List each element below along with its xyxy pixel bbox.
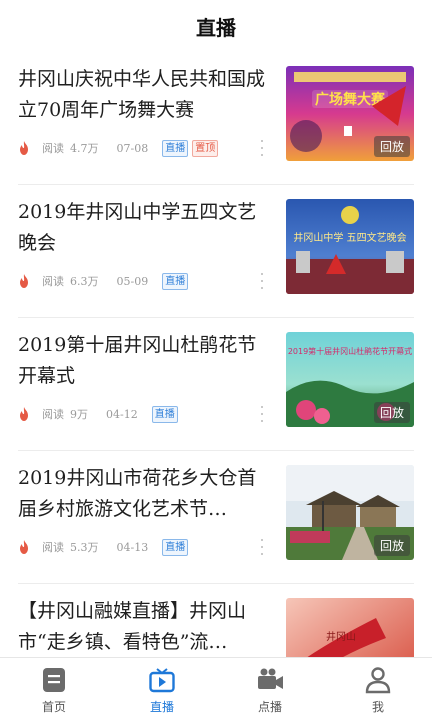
tab-home[interactable]: 首页 (0, 658, 108, 720)
fire-icon (20, 141, 28, 155)
live-badge: 直播 (162, 139, 189, 157)
tab-label: 我 (371, 700, 384, 714)
publish-date: 07-08 (116, 141, 149, 155)
item-thumbnail[interactable]: 井冈山 (286, 598, 414, 658)
item-thumbnail[interactable]: 井冈山中学 五四文艺晚会 (286, 199, 414, 294)
list-item[interactable]: 井冈山庆祝中华人民共和国成立70周年广场舞大赛 阅读 4.7万 07-08 直播… (18, 52, 414, 185)
read-count: 6.3万 (70, 275, 99, 288)
item-title[interactable]: 2019年井冈山中学五四文艺晚会 (18, 197, 270, 259)
tv-live-icon (149, 668, 175, 693)
fire-icon (20, 407, 28, 421)
item-thumbnail[interactable]: 回放 (286, 465, 414, 560)
item-meta: 阅读 4.7万 07-08 直播 置顶 (18, 138, 222, 158)
thumbnail-caption: 井冈山中学 五四文艺晚会 (293, 231, 406, 244)
tab-live[interactable]: 直播 (108, 658, 216, 720)
item-thumbnail[interactable]: 2019第十届井冈山杜鹃花节开幕式 回放 (286, 332, 414, 427)
more-options-icon[interactable] (260, 539, 264, 555)
item-title[interactable]: 井冈山庆祝中华人民共和国成立70周年广场舞大赛 (18, 64, 270, 126)
read-count: 4.7万 (70, 142, 99, 155)
more-options-icon[interactable] (260, 140, 264, 156)
item-title[interactable]: 【井冈山融媒直播】井冈山市“走乡镇、看特色”流… (18, 596, 270, 658)
live-feed-list[interactable]: 井冈山庆祝中华人民共和国成立70周年广场舞大赛 阅读 4.7万 07-08 直播… (0, 52, 432, 658)
publish-date: 04-12 (106, 407, 138, 421)
read-label: 阅读 (42, 142, 64, 155)
more-options-icon[interactable] (260, 406, 264, 422)
more-options-icon[interactable] (260, 273, 264, 289)
pinned-badge: 置顶 (192, 139, 219, 157)
fire-icon (20, 540, 28, 554)
live-badge: 直播 (162, 538, 189, 556)
replay-label: 回放 (373, 402, 410, 423)
publish-date: 04-13 (116, 540, 149, 554)
thumbnail-caption: 2019第十届井冈山杜鹃花节开幕式 (288, 346, 412, 356)
read-label: 阅读 (42, 408, 64, 421)
item-title[interactable]: 2019井冈山市荷花乡大仓首届乡村旅游文化艺术节… (18, 463, 270, 525)
tab-vod[interactable]: 点播 (216, 658, 324, 720)
video-camera-icon (258, 668, 283, 689)
item-thumbnail[interactable]: 广场舞大赛 回放 (286, 66, 414, 161)
thumbnail-image: 井冈山 (286, 598, 414, 658)
thumbnail-image: 井冈山中学 五四文艺晚会 (286, 199, 414, 294)
home-icon (43, 668, 65, 692)
tab-label: 直播 (149, 700, 174, 714)
item-meta: 阅读 5.3万 04-13 直播 (18, 537, 192, 557)
list-item[interactable]: 2019井冈山市荷花乡大仓首届乡村旅游文化艺术节… 阅读 5.3万 04-13 … (18, 451, 414, 584)
read-count: 5.3万 (70, 541, 99, 554)
live-badge: 直播 (151, 405, 178, 423)
user-icon (365, 667, 391, 694)
tab-me[interactable]: 我 (324, 658, 432, 720)
list-item[interactable]: 2019第十届井冈山杜鹃花节开幕式 阅读 9万 04-12 直播 2019第十届… (18, 318, 414, 451)
read-label: 阅读 (42, 541, 64, 554)
list-item[interactable]: 【井冈山融媒直播】井冈山市“走乡镇、看特色”流… 井冈山 (18, 584, 414, 658)
tab-label: 点播 (257, 700, 282, 714)
replay-label: 回放 (373, 136, 410, 157)
item-meta: 阅读 9万 04-12 直播 (18, 404, 182, 424)
replay-label: 回放 (373, 535, 410, 556)
list-item[interactable]: 2019年井冈山中学五四文艺晚会 阅读 6.3万 05-09 直播 井冈山中学 … (18, 185, 414, 318)
live-badge: 直播 (162, 272, 189, 290)
tab-label: 首页 (41, 700, 66, 714)
page-title: 直播 (196, 15, 236, 40)
item-title[interactable]: 2019第十届井冈山杜鹃花节开幕式 (18, 330, 270, 392)
top-bar: 直播 (0, 0, 432, 52)
thumbnail-caption: 井冈山 (326, 630, 356, 643)
bottom-tab-bar: 首页 直播 点播 我 (0, 657, 432, 720)
fire-icon (20, 274, 28, 288)
read-label: 阅读 (42, 275, 64, 288)
item-meta: 阅读 6.3万 05-09 直播 (18, 271, 192, 291)
read-count: 9万 (70, 408, 88, 421)
publish-date: 05-09 (116, 274, 149, 288)
